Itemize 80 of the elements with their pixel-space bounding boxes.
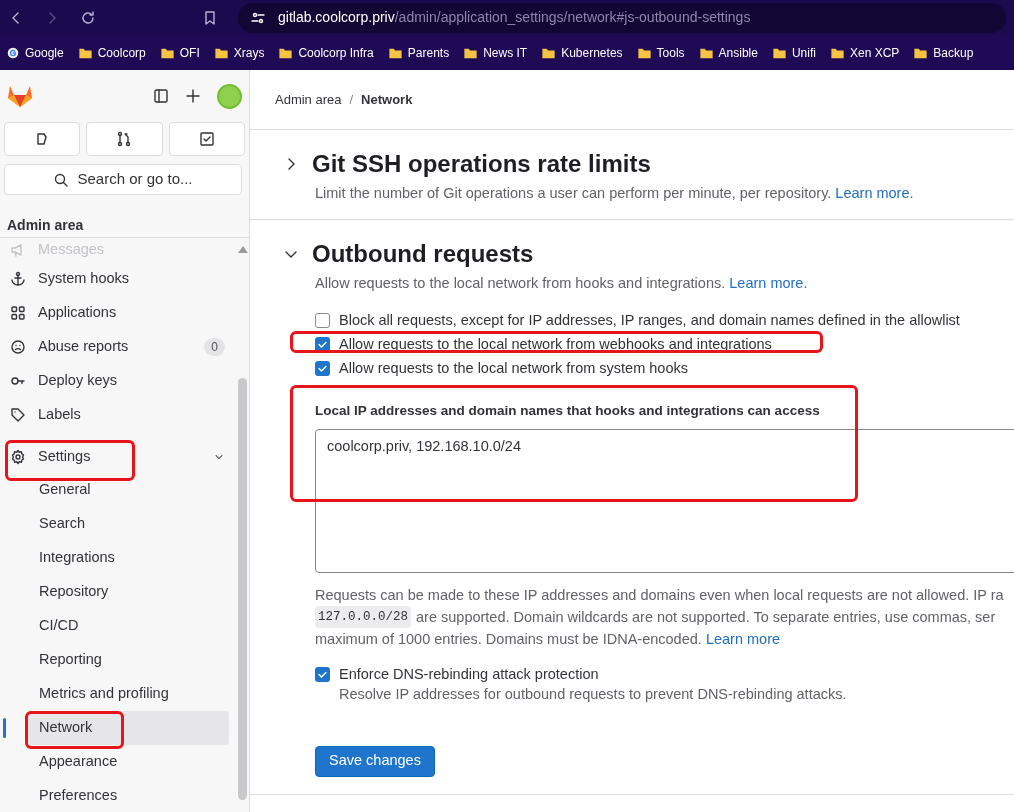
- todo-checkbox-button[interactable]: [168, 122, 245, 156]
- section-heading: Git SSH operations rate limits: [312, 149, 651, 179]
- help-text: Requests can be made to these IP addresses and domains even when local requests are not allowed. IP ra: [315, 585, 1005, 605]
- sidebar-item[interactable]: Reporting: [28, 643, 229, 677]
- google-icon: [6, 45, 20, 60]
- sidebar-item[interactable]: Repository: [28, 575, 229, 609]
- reload-icon[interactable]: [80, 9, 96, 26]
- breadcrumb-separator: /: [349, 90, 354, 109]
- bookmark[interactable]: News IT: [463, 43, 528, 62]
- bookmark[interactable]: Xen XCP: [829, 43, 900, 62]
- sidebar-item[interactable]: General: [28, 473, 229, 507]
- sidebar-item[interactable]: Appearance: [28, 745, 229, 779]
- checkbox-label[interactable]: Allow requests to the local network from system hooks: [339, 357, 688, 380]
- tag-icon: [10, 407, 26, 423]
- breadcrumb-link[interactable]: Network: [361, 89, 413, 110]
- section-title: Admin area: [0, 195, 249, 238]
- search-icon: [53, 171, 70, 188]
- sidebar-item[interactable]: CI/CD: [28, 609, 229, 643]
- sidebar-item[interactable]: Abuse reports 0: [0, 330, 235, 364]
- learn-more-link[interactable]: Learn more.: [729, 274, 808, 291]
- grid-icon: [10, 305, 26, 321]
- bookmark[interactable]: OFI: [159, 43, 200, 62]
- help-text: Resolve IP addresses for outbound requests to prevent DNS-rebinding attacks.: [339, 684, 847, 704]
- scrollbar-thumb[interactable]: [238, 378, 247, 800]
- count-badge: 0: [204, 338, 225, 356]
- checkbox[interactable]: [315, 313, 330, 328]
- checkmark-icon: [317, 339, 328, 350]
- sidebar-item[interactable]: Deploy keys: [0, 364, 235, 398]
- plus-icon[interactable]: [185, 88, 201, 104]
- bookmark[interactable]: Ansible: [698, 43, 758, 62]
- save-button[interactable]: Save changes: [315, 745, 435, 777]
- sidebar-item[interactable]: System hooks: [0, 262, 235, 296]
- bookmark[interactable]: Kubernetes: [541, 43, 623, 62]
- checkbox-label[interactable]: Enforce DNS-rebinding attack protection: [339, 663, 847, 684]
- section-description: Limit the number of Git operations a user can perform per minute, per repository. Learn more.: [314, 184, 915, 203]
- help-text: are supported. Domain wildcards are not supported. To separate entries, use commas, ser: [416, 607, 996, 627]
- sidebar-item[interactable]: Network: [28, 711, 229, 745]
- sidebar-item[interactable]: Search: [28, 507, 229, 541]
- issues-button[interactable]: [4, 122, 81, 156]
- checkmark-icon: [317, 363, 328, 374]
- sidebar-panel-icon[interactable]: [153, 88, 169, 104]
- url-text: gitlab.coolcorp.priv/admin/application_settings/network#js-outbound-settings: [278, 8, 751, 27]
- textarea-field[interactable]: coolcorp.priv, 192.168.10.0/24: [315, 428, 1014, 573]
- help-text: maximum of 1000 entries. Domains must be IDNA-encoded. Learn more: [315, 629, 782, 649]
- breadcrumb-link[interactable]: Admin area: [275, 89, 342, 110]
- checkbox-label[interactable]: Block all requests, except for IP addresses, IP ranges, and domain names defined in the allowlist: [339, 309, 960, 332]
- section-description: Allow requests to the local network from hooks and integrations. Learn more.: [314, 273, 809, 293]
- learn-more-link[interactable]: Learn more: [705, 630, 781, 647]
- merge-request-icon: [116, 131, 133, 147]
- fox-logo-icon[interactable]: [7, 84, 33, 108]
- scroll-up-arrow[interactable]: [238, 246, 248, 253]
- sidebar-item[interactable]: Metrics and profiling: [28, 677, 229, 711]
- face-icon: [10, 339, 26, 355]
- checkbox[interactable]: [315, 361, 330, 376]
- checkbox-label[interactable]: Allow requests to the local network from webhooks and integrations: [339, 333, 772, 356]
- address-bar[interactable]: gitlab.coolcorp.priv/admin/application_settings/network#js-outbound-settings: [238, 2, 1006, 33]
- sidebar-item[interactable]: Settings: [0, 432, 235, 473]
- sidebar-item[interactable]: Integrations: [28, 541, 229, 575]
- merge-request-button[interactable]: [86, 122, 163, 156]
- sidebar-item[interactable]: Preferences: [28, 779, 229, 812]
- checkbox[interactable]: [315, 666, 330, 682]
- bookmark[interactable]: Unifi: [771, 43, 816, 62]
- bookmark[interactable]: Google: [6, 43, 64, 62]
- bookmark[interactable]: Parents: [387, 43, 450, 62]
- todo-checkbox-icon: [198, 131, 215, 147]
- search-field[interactable]: Search or go to...: [4, 164, 242, 195]
- bookmark-icon[interactable]: [202, 9, 218, 26]
- learn-more-link[interactable]: Learn more.: [835, 185, 914, 201]
- code-snippet: 127.0.0.0/28: [315, 605, 411, 628]
- bookmark[interactable]: Coolcorp Infra: [278, 43, 374, 62]
- sidebar-item[interactable]: Labels: [0, 398, 235, 432]
- bookmark[interactable]: Tools: [636, 43, 685, 62]
- bookmark[interactable]: Backup: [913, 43, 974, 62]
- field-label: Local IP addresses and domain names that hooks and integrations can access: [315, 401, 821, 420]
- anchor-icon: [10, 271, 26, 287]
- section-heading: Outbound requests: [312, 238, 534, 269]
- bookmark[interactable]: Xrays: [213, 43, 265, 62]
- sidebar-item[interactable]: Applications: [0, 296, 235, 330]
- settings-icon: [10, 448, 26, 465]
- bookmark[interactable]: Coolcorp: [77, 43, 146, 62]
